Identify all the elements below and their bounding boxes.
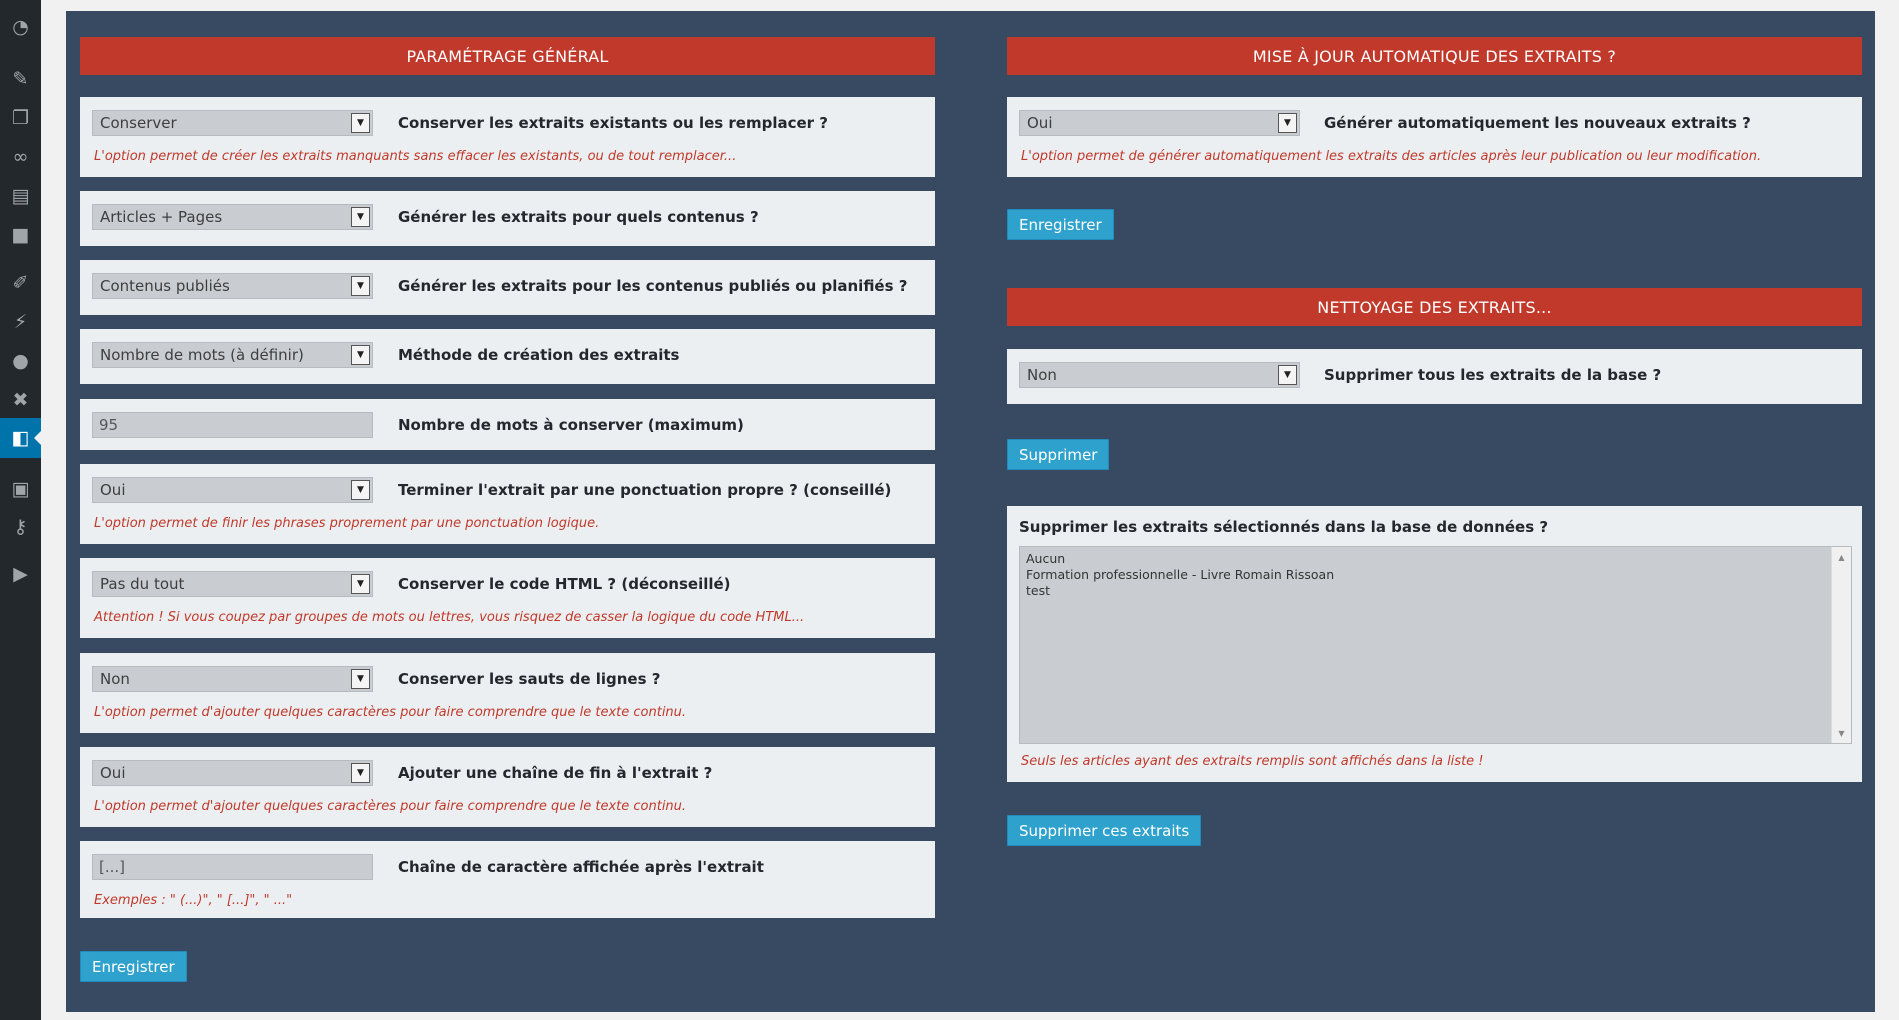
word-count-input[interactable]: 95: [92, 412, 373, 438]
settings-panel: PARAMÉTRAGE GÉNÉRAL Conserver ▼ Conserve…: [66, 11, 1875, 1012]
setting-label: Supprimer tous les extraits de la base ?: [1324, 366, 1662, 384]
appearance-icon[interactable]: ✐: [0, 263, 41, 303]
list-item[interactable]: test: [1026, 583, 1334, 599]
chevron-down-icon[interactable]: ▼: [1278, 113, 1297, 133]
auto-update-header: MISE À JOUR AUTOMATIQUE DES EXTRAITS ?: [1007, 37, 1862, 75]
method-select[interactable]: Nombre de mots (à définir) ▼: [92, 342, 373, 368]
setting-label: Nombre de mots à conserver (maximum): [398, 416, 744, 434]
setting-hint: L'option permet d'ajouter quelques carac…: [94, 799, 687, 814]
setting-label: Terminer l'extrait par une ponctuation p…: [398, 481, 892, 499]
setting-row-html: Pas du tout ▼ Conserver le code HTML ? (…: [80, 558, 935, 638]
link-icon[interactable]: ∞: [0, 137, 41, 177]
auto-generate-select[interactable]: Oui ▼: [1019, 110, 1300, 136]
setting-label: Générer les extraits pour quels contenus…: [398, 208, 759, 226]
setting-label: Conserver les sauts de lignes ?: [398, 670, 661, 688]
list-item[interactable]: Formation professionnelle - Livre Romain…: [1026, 567, 1334, 583]
setting-row-line-breaks: Non ▼ Conserver les sauts de lignes ? L'…: [80, 653, 935, 733]
setting-row-end-string: Oui ▼ Ajouter une chaîne de fin à l'extr…: [80, 747, 935, 827]
tools-icon[interactable]: ✖: [0, 380, 41, 420]
line-breaks-select[interactable]: Non ▼: [92, 666, 373, 692]
chevron-down-icon[interactable]: ▼: [1278, 365, 1297, 385]
list-item[interactable]: Aucun: [1026, 551, 1334, 567]
cleanup-header: NETTOYAGE DES EXTRAITS...: [1007, 288, 1862, 326]
pin-icon[interactable]: ✎: [0, 59, 41, 99]
setting-hint: L'option permet de créer les extraits ma…: [94, 149, 737, 164]
comments-icon[interactable]: ■: [0, 215, 41, 255]
play-icon[interactable]: ▶: [0, 554, 41, 594]
delete-all-button[interactable]: Supprimer: [1007, 439, 1110, 470]
save-auto-button[interactable]: Enregistrer: [1007, 209, 1114, 240]
chevron-down-icon[interactable]: ▼: [351, 763, 370, 783]
setting-label: Chaîne de caractère affichée après l'ext…: [398, 858, 764, 876]
replace-select[interactable]: Conserver ▼: [92, 110, 373, 136]
setting-row-status: Contenus publiés ▼ Générer les extraits …: [80, 260, 935, 315]
dashboard-icon[interactable]: ◔: [0, 7, 41, 47]
setting-row-word-count: 95 Nombre de mots à conserver (maximum): [80, 399, 935, 450]
chevron-down-icon[interactable]: ▼: [351, 276, 370, 296]
setting-row-delete-selected: Supprimer les extraits sélectionnés dans…: [1007, 506, 1862, 782]
setting-label: Conserver les extraits existants ou les …: [398, 114, 828, 132]
plugins-icon[interactable]: ⚡: [0, 302, 41, 342]
delete-selected-button[interactable]: Supprimer ces extraits: [1007, 815, 1202, 846]
save-general-button[interactable]: Enregistrer: [80, 951, 187, 982]
setting-hint: L'option permet d'ajouter quelques carac…: [94, 705, 687, 720]
extracts-listbox[interactable]: Aucun Formation professionnelle - Livre …: [1019, 546, 1852, 744]
end-string-input[interactable]: [...]: [92, 854, 373, 880]
listbox-scrollbar[interactable]: ▲ ▼: [1831, 547, 1851, 743]
setting-row-delete-all: Non ▼ Supprimer tous les extraits de la …: [1007, 349, 1862, 404]
chevron-down-icon[interactable]: ▼: [351, 669, 370, 689]
setting-label: Générer les extraits pour les contenus p…: [398, 277, 908, 295]
scroll-down-icon[interactable]: ▼: [1832, 725, 1851, 741]
status-select[interactable]: Contenus publiés ▼: [92, 273, 373, 299]
setting-row-punctuation: Oui ▼ Terminer l'extrait par une ponctua…: [80, 464, 935, 544]
setting-hint: L'option permet de générer automatiqueme…: [1021, 149, 1762, 164]
scroll-up-icon[interactable]: ▲: [1832, 549, 1851, 565]
database-icon[interactable]: ▣: [0, 469, 41, 509]
active-plugin-icon[interactable]: ◧: [0, 418, 41, 458]
chevron-down-icon[interactable]: ▼: [351, 345, 370, 365]
setting-hint: L'option permet de finir les phrases pro…: [94, 516, 600, 531]
delete-all-select[interactable]: Non ▼: [1019, 362, 1300, 388]
end-string-select[interactable]: Oui ▼: [92, 760, 373, 786]
key-icon[interactable]: ⚷: [0, 507, 41, 547]
chevron-down-icon[interactable]: ▼: [351, 207, 370, 227]
delete-selected-title: Supprimer les extraits sélectionnés dans…: [1019, 518, 1549, 536]
setting-hint: Attention ! Si vous coupez par groupes d…: [94, 610, 805, 625]
general-settings-header: PARAMÉTRAGE GÉNÉRAL: [80, 37, 935, 75]
punctuation-select[interactable]: Oui ▼: [92, 477, 373, 503]
setting-label: Ajouter une chaîne de fin à l'extrait ?: [398, 764, 713, 782]
setting-hint: Exemples : " (...)", " [...]", " ...": [94, 893, 293, 908]
setting-row-content-type: Articles + Pages ▼ Générer les extraits …: [80, 191, 935, 246]
setting-row-auto-generate: Oui ▼ Générer automatiquement les nouvea…: [1007, 97, 1862, 177]
pages-icon[interactable]: ▤: [0, 176, 41, 216]
content-type-select[interactable]: Articles + Pages ▼: [92, 204, 373, 230]
html-select[interactable]: Pas du tout ▼: [92, 571, 373, 597]
chevron-down-icon[interactable]: ▼: [351, 574, 370, 594]
media-icon[interactable]: ❐: [0, 98, 41, 138]
admin-sidebar: ◔ ✎ ❐ ∞ ▤ ■ ✐ ⚡ ● ✖ ◧ ▣ ⚷ ▶: [0, 0, 41, 1020]
setting-label: Conserver le code HTML ? (déconseillé): [398, 575, 731, 593]
setting-row-method: Nombre de mots (à définir) ▼ Méthode de …: [80, 329, 935, 384]
users-icon[interactable]: ●: [0, 341, 41, 381]
setting-label: Méthode de création des extraits: [398, 346, 680, 364]
chevron-down-icon[interactable]: ▼: [351, 480, 370, 500]
setting-hint: Seuls les articles ayant des extraits re…: [1021, 754, 1484, 769]
setting-row-end-string-text: [...] Chaîne de caractère affichée après…: [80, 841, 935, 918]
setting-label: Générer automatiquement les nouveaux ext…: [1324, 114, 1751, 132]
chevron-down-icon[interactable]: ▼: [351, 113, 370, 133]
setting-row-replace: Conserver ▼ Conserver les extraits exist…: [80, 97, 935, 177]
